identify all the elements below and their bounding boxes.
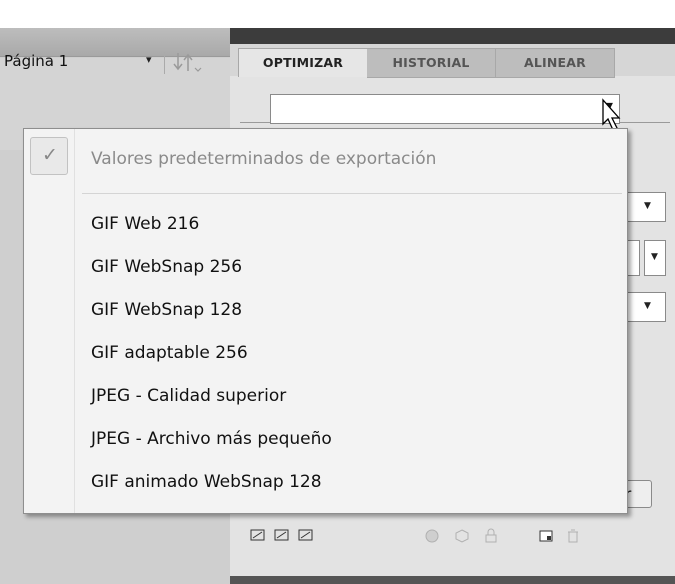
chevron-down-icon[interactable]: ▼	[644, 201, 651, 211]
menu-item-gif-websnap-256[interactable]: GIF WebSnap 256	[91, 257, 242, 277]
check-icon: ✓	[42, 144, 58, 166]
palette-select-edge[interactable]: ▼	[626, 292, 666, 322]
selected-checkmark: ✓	[30, 137, 68, 175]
chevron-down-icon[interactable]: ▼	[644, 301, 651, 311]
bottom-panel-bar	[230, 576, 675, 584]
window-top	[0, 0, 675, 28]
edit-preset-icon[interactable]	[298, 528, 316, 546]
new-slice-icon[interactable]	[538, 528, 554, 548]
menu-item-gif-web-216[interactable]: GIF Web 216	[91, 214, 199, 234]
menu-divider	[82, 193, 622, 194]
export-preset-select[interactable]: ▼	[270, 94, 620, 124]
menu-item-jpeg-quality[interactable]: JPEG - Calidad superior	[91, 386, 286, 406]
divider	[240, 122, 270, 123]
chevron-down-icon[interactable]: ▾	[146, 53, 152, 66]
panel-titlebar	[230, 28, 675, 44]
menu-item-gif-websnap-128[interactable]: GIF WebSnap 128	[91, 300, 242, 320]
tab-historial[interactable]: HISTORIAL	[367, 48, 496, 78]
stepper-button[interactable]: ▼	[644, 240, 666, 276]
export-presets-dropdown: ✓ Valores predeterminados de exportación…	[23, 128, 628, 514]
menu-gutter	[74, 129, 75, 513]
field-edge[interactable]	[626, 240, 640, 276]
web-icon	[424, 528, 440, 548]
trash-icon	[566, 528, 580, 548]
page-select-label[interactable]: Página 1	[4, 52, 68, 70]
sort-order-icon[interactable]	[172, 50, 202, 74]
separator	[164, 52, 165, 74]
format-select-edge[interactable]: ▼	[626, 192, 666, 222]
menu-item-jpeg-smaller[interactable]: JPEG - Archivo más pequeño	[91, 429, 332, 449]
menu-item-gif-animated-websnap[interactable]: GIF animado WebSnap 128	[91, 472, 322, 492]
tab-alinear[interactable]: ALINEAR	[496, 48, 615, 78]
lock-icon	[484, 528, 498, 548]
add-preset-icon[interactable]	[250, 528, 268, 546]
menu-item-export-defaults: Valores predeterminados de exportación	[91, 149, 437, 169]
chevron-down-icon[interactable]: ▼	[651, 252, 658, 262]
tab-optimizar[interactable]: OPTIMIZAR	[238, 48, 368, 77]
menu-item-gif-adaptable-256[interactable]: GIF adaptable 256	[91, 343, 248, 363]
cube-icon	[454, 528, 470, 548]
remove-preset-icon[interactable]	[274, 528, 292, 546]
